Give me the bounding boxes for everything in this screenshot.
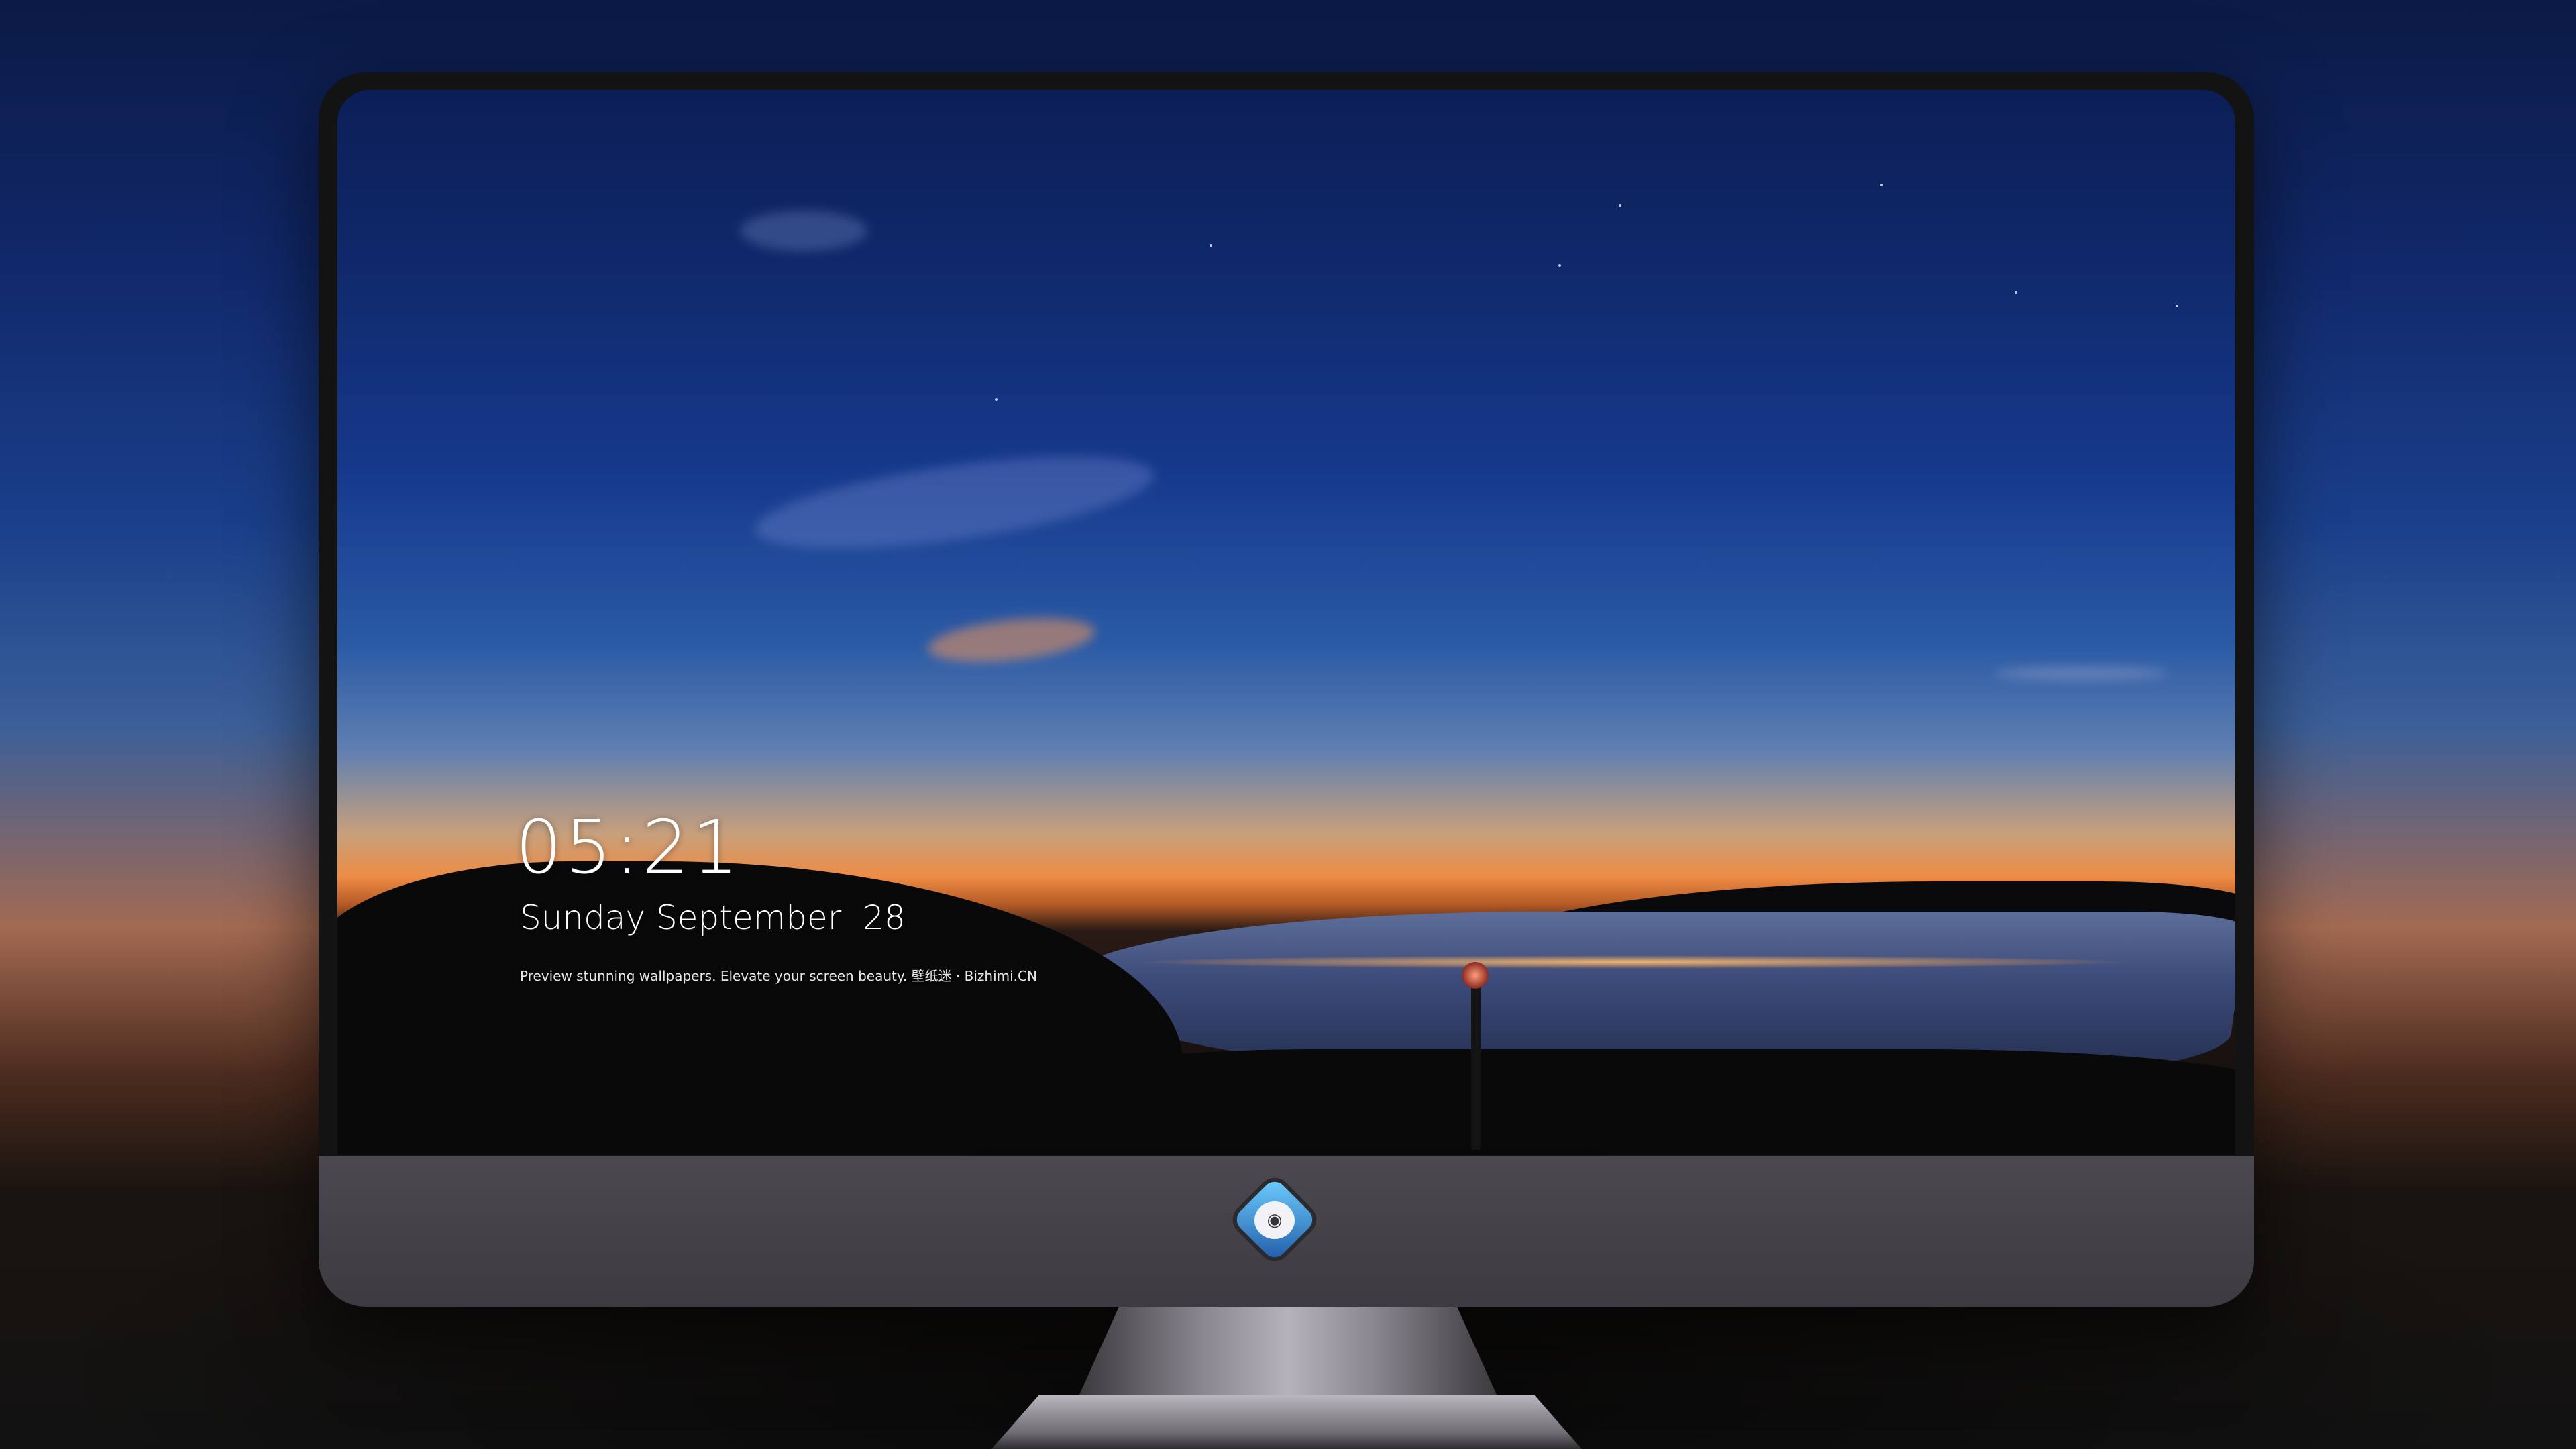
lockscreen-tagline: Preview stunning wallpapers. Elevate you… (520, 968, 1037, 984)
monitor-chin: ◉ (319, 1156, 2254, 1307)
monitor-stand-neck (1077, 1307, 1499, 1401)
star (1880, 184, 1883, 186)
city-lights (1129, 955, 2135, 969)
lockscreen-time: 05:21 (515, 804, 742, 890)
star (2015, 291, 2017, 294)
star (1558, 264, 1561, 267)
cloud (1994, 667, 2169, 680)
lock-screen: 05:21 Sunday September 28 Preview stunni… (337, 90, 2235, 1155)
star (1619, 204, 1621, 207)
monitor-stand-base (991, 1395, 1582, 1449)
star (1210, 244, 1212, 247)
mascot-icon: ◉ (1254, 1201, 1295, 1239)
lamp-light (1462, 962, 1489, 989)
cloud (740, 211, 867, 251)
foreground-trees (1075, 1049, 2235, 1155)
star (995, 398, 998, 401)
cloud (926, 611, 1097, 669)
lamp-pole (1471, 975, 1481, 1150)
star (2176, 305, 2178, 307)
lockscreen-date: Sunday September 28 (520, 898, 906, 937)
monitor: 05:21 Sunday September 28 Preview stunni… (319, 72, 2254, 1307)
cloud (750, 437, 1159, 568)
